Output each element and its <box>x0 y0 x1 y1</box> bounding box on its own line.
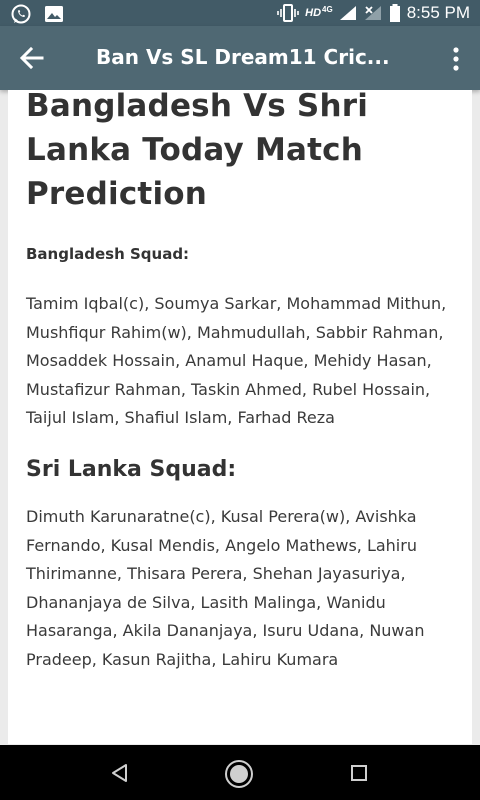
nav-recent-icon[interactable] <box>350 764 368 782</box>
srilanka-players: Dimuth Karunaratne(c), Kusal Perera(w), … <box>26 506 425 669</box>
app-bar-title: Ban Vs SL Dream11 Cric... <box>96 45 390 69</box>
app-bar: Ban Vs SL Dream11 Cric... <box>0 26 480 90</box>
status-time: 8:55 PM <box>406 3 470 22</box>
signal-icon <box>339 6 356 20</box>
system-nav-bar <box>0 745 480 800</box>
bangladesh-players: Tamim Iqbal(c), Soumya Sarkar, Mohammad … <box>26 294 447 428</box>
network-label: HD <box>305 7 322 19</box>
status-right: HD 4G 8:55 PM <box>277 0 470 26</box>
network-type: 4G <box>322 4 333 14</box>
article-card: Bangladesh Vs Shri Lanka Today Match Pre… <box>8 90 472 744</box>
article-content: Bangladesh Vs Shri Lanka Today Match Pre… <box>26 90 456 675</box>
nav-home-icon[interactable] <box>224 759 254 789</box>
bangladesh-squad-label: Bangladesh Squad: <box>26 245 190 263</box>
status-bar: HD 4G 8:55 PM <box>0 0 480 26</box>
gallery-icon <box>45 6 63 22</box>
status-left <box>10 3 64 25</box>
arrow-left-icon[interactable] <box>18 44 46 72</box>
no-signal-icon <box>364 6 381 20</box>
vibrate-icon <box>277 4 299 22</box>
srilanka-squad-heading: Sri Lanka Squad: <box>26 456 237 482</box>
article-heading: Bangladesh Vs Shri Lanka Today Match Pre… <box>26 90 369 212</box>
whatsapp-icon <box>11 4 31 24</box>
nav-back-icon[interactable] <box>110 763 130 783</box>
more-vertical-icon[interactable] <box>450 46 462 72</box>
battery-icon <box>389 4 400 22</box>
